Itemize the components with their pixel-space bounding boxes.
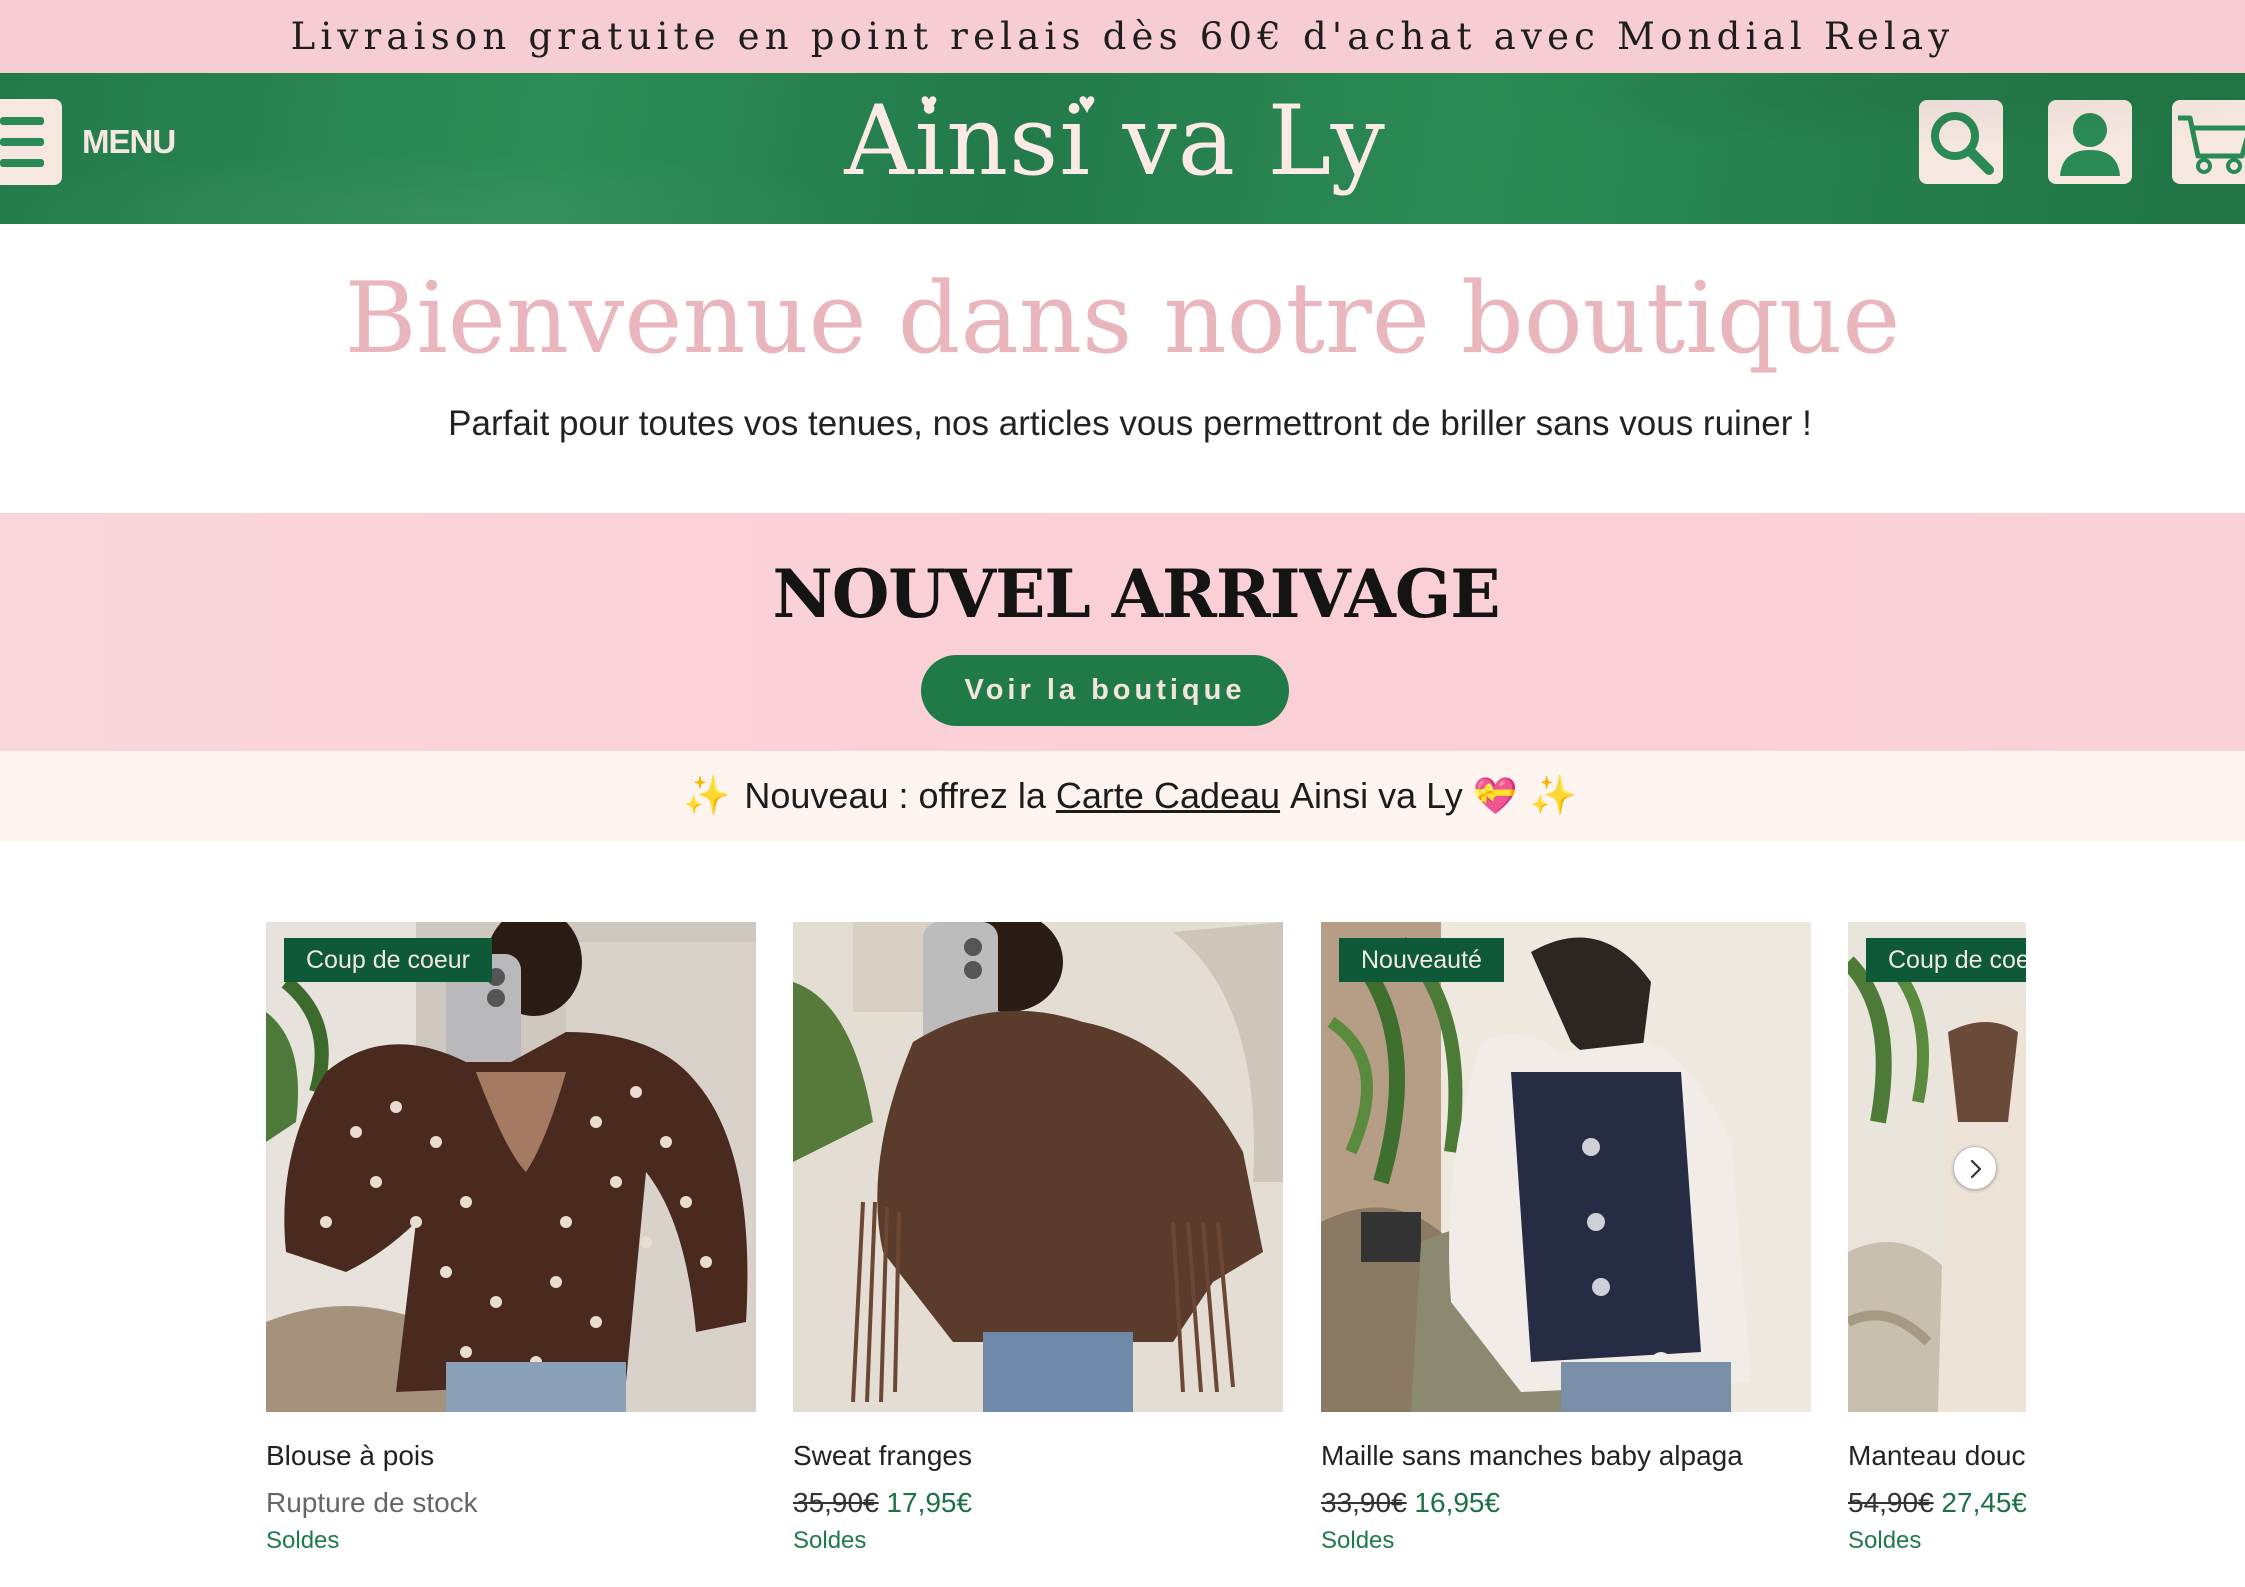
page-subtitle: Parfait pour toutes vos tenues, nos arti… — [448, 404, 1812, 443]
stock-status: Rupture de stock — [266, 1487, 478, 1518]
product-price: Rupture de stock — [266, 1487, 478, 1519]
sale-price: 16,95€ — [1414, 1487, 1501, 1518]
product-carousel: Coup de coeur Blouse à pois Rupture de s… — [266, 922, 2026, 1562]
gift-card-link[interactable]: Carte Cadeau — [1056, 775, 1280, 817]
sale-tag: Soldes — [266, 1527, 340, 1554]
product-badge: Nouveauté — [1339, 938, 1504, 982]
sale-price: 27,45€ — [1941, 1487, 2026, 1518]
sale-tag: Soldes — [1321, 1527, 1395, 1554]
banner-title: NOUVEL ARRIVAGE — [772, 555, 1500, 633]
sparkles-icon: ✨ — [1529, 775, 1577, 817]
product-name[interactable]: Manteau douc — [1848, 1440, 2025, 1472]
search-button[interactable] — [1919, 100, 2003, 184]
site-header: MENU Ainsi va Ly ♥ ♥ — [0, 73, 2245, 224]
shop-button[interactable]: Voir la boutique — [921, 655, 1289, 726]
product-price: 35,90€ 17,95€ — [793, 1487, 972, 1519]
product-image[interactable]: Nouveauté — [1321, 922, 1811, 1412]
page-title: Bienvenue dans notre boutique — [344, 262, 1901, 376]
old-price: 35,90€ — [793, 1487, 879, 1518]
product-image[interactable] — [793, 922, 1283, 1412]
cart-icon — [2178, 115, 2245, 174]
product-card[interactable]: Coup de coeur Blouse à pois Rupture de s… — [266, 922, 756, 1554]
product-badge: Coup de coeur — [284, 938, 493, 982]
old-price: 33,90€ — [1321, 1487, 1407, 1518]
chevron-right-icon — [1970, 1159, 1982, 1179]
account-icon — [2060, 113, 2120, 176]
old-price: 54,90€ — [1848, 1487, 1934, 1518]
sparkles-icon: ✨ — [683, 775, 731, 817]
carousel-next-button[interactable] — [1953, 1146, 1997, 1190]
search-icon — [1931, 112, 1994, 175]
logo-heart-icon: ♥ — [920, 87, 938, 120]
cart-button[interactable] — [2172, 100, 2245, 184]
account-button[interactable] — [2048, 100, 2132, 184]
sale-tag: Soldes — [1848, 1527, 1922, 1554]
promo-suffix: Ainsi va Ly — [1290, 775, 1463, 816]
product-name[interactable]: Blouse à pois — [266, 1440, 434, 1472]
gift-card-promo: ✨ Nouveau : offrez la Carte Cadeau Ainsi… — [0, 751, 2245, 841]
product-price: 33,90€ 16,95€ — [1321, 1487, 1500, 1519]
promo-prefix: Nouveau : offrez la — [744, 775, 1046, 816]
product-badge: Coup de coeur — [1866, 938, 2026, 982]
heart-ribbon-icon: 💝 — [1472, 775, 1518, 816]
product-image[interactable]: Coup de coeur — [1848, 922, 2026, 1412]
announcement-text: Livraison gratuite en point relais dès 6… — [290, 15, 1955, 58]
product-name[interactable]: Maille sans manches baby alpaga — [1321, 1440, 1743, 1472]
logo-heart-icon: ♥ — [1078, 87, 1096, 120]
product-card[interactable]: Sweat franges 35,90€ 17,95€ Soldes — [793, 922, 1283, 1554]
product-image[interactable]: Coup de coeur — [266, 922, 756, 1412]
product-price: 54,90€ 27,45€ — [1848, 1487, 2026, 1519]
sale-tag: Soldes — [793, 1527, 867, 1554]
site-logo[interactable]: Ainsi va Ly — [0, 85, 2230, 197]
product-card[interactable]: Coup de coeur Manteau douc 54,90€ 27,45€… — [1848, 922, 2026, 1554]
product-name[interactable]: Sweat franges — [793, 1440, 972, 1472]
product-card[interactable]: Nouveauté Maille sans manches baby alpag… — [1321, 922, 1811, 1554]
announcement-bar: Livraison gratuite en point relais dès 6… — [0, 0, 2245, 73]
sale-price: 17,95€ — [886, 1487, 973, 1518]
